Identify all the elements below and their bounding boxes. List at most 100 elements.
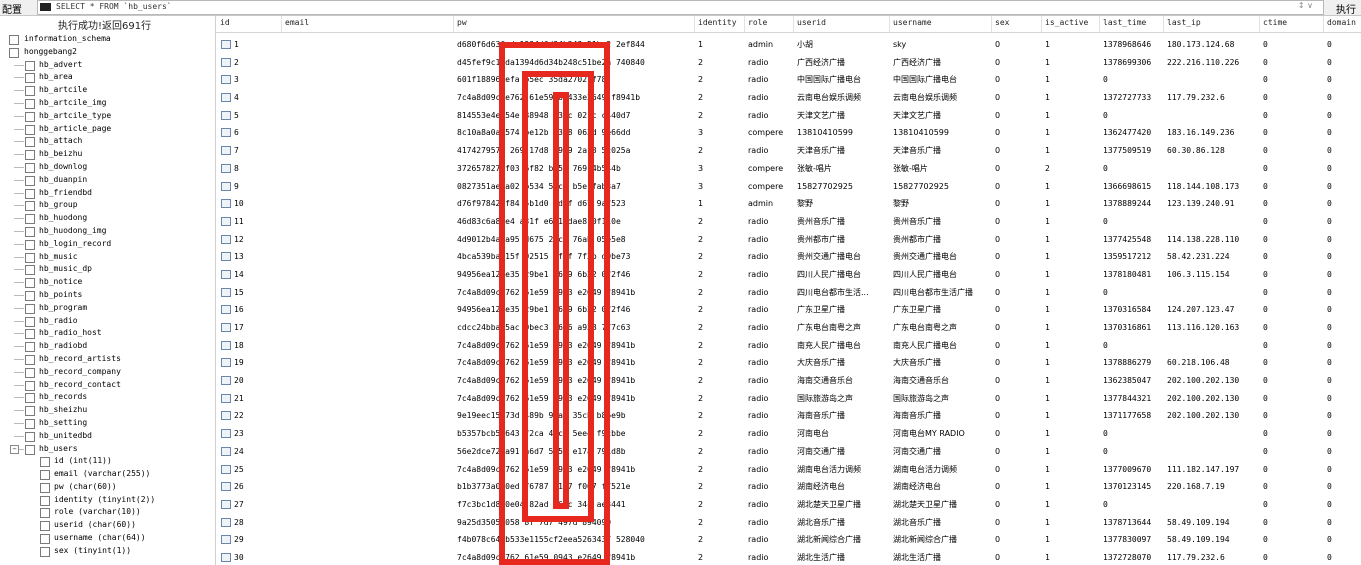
cell-identity[interactable]: 2 — [698, 248, 746, 266]
cell-is-active[interactable]: 1 — [1045, 231, 1101, 249]
cell-last-ip[interactable]: 113.116.120.163 — [1167, 319, 1261, 337]
column-separator[interactable] — [991, 16, 992, 32]
tree-table-hb_advert[interactable]: hb_advert — [0, 59, 215, 72]
cell-pw[interactable]: 7c4a8d09c 762 61e59 0943 e2649 f8941b — [457, 372, 695, 390]
cell-role[interactable]: compere — [748, 160, 796, 178]
cell-is-active[interactable]: 1 — [1045, 284, 1101, 302]
cell-last-time[interactable]: 1366698615 — [1103, 178, 1165, 196]
cell-id[interactable]: 14 — [234, 266, 294, 284]
cell-sex[interactable]: 0 — [995, 531, 1043, 549]
cell-last-time[interactable]: 0 — [1103, 496, 1165, 514]
cell-sex[interactable]: 0 — [995, 160, 1043, 178]
cell-username[interactable]: 广东卫星广播 — [893, 301, 993, 319]
cell-last-ip[interactable]: 180.173.124.68 — [1167, 36, 1261, 54]
cell-last-ip[interactable]: 117.79.232.6 — [1167, 549, 1261, 565]
cell-identity[interactable]: 2 — [698, 337, 746, 355]
cell-identity[interactable]: 2 — [698, 407, 746, 425]
cell-domain[interactable]: 0 — [1327, 71, 1361, 89]
column-header-userid[interactable]: userid — [797, 18, 826, 27]
cell-username[interactable]: 广东电台南粤之声 — [893, 319, 993, 337]
cell-userid[interactable]: 广东电台南粤之声 — [797, 319, 889, 337]
cell-id[interactable]: 8 — [234, 160, 294, 178]
sql-query-input[interactable]: SELECT * FROM `hb_users` ↕ ∨ — [37, 0, 1324, 15]
cell-role[interactable]: radio — [748, 461, 796, 479]
cell-domain[interactable]: 0 — [1327, 124, 1361, 142]
cell-id[interactable]: 13 — [234, 248, 294, 266]
tree-table-hb_artcile[interactable]: hb_artcile — [0, 84, 215, 97]
cell-is-active[interactable]: 1 — [1045, 407, 1101, 425]
cell-role[interactable]: radio — [748, 142, 796, 160]
cell-role[interactable]: compere — [748, 178, 796, 196]
cell-domain[interactable]: 0 — [1327, 178, 1361, 196]
cell-domain[interactable]: 0 — [1327, 213, 1361, 231]
cell-domain[interactable]: 0 — [1327, 425, 1361, 443]
cell-last-ip[interactable]: 58.49.109.194 — [1167, 531, 1261, 549]
tree-table-hb_records[interactable]: hb_records — [0, 391, 215, 404]
cell-sex[interactable]: 0 — [995, 178, 1043, 196]
table-row[interactable]: 23 b5357bcb5 643 f2ca 4eca 5ee4 f9cbbe 2 ra… — [216, 425, 1361, 443]
table-row[interactable]: 4 7c4a8d09c e762 61e59 09433e2649 f8941b 2… — [216, 89, 1361, 107]
cell-username[interactable]: 河南电台MY RADIO — [893, 425, 993, 443]
cell-identity[interactable]: 2 — [698, 425, 746, 443]
cell-role[interactable]: admin — [748, 195, 796, 213]
collapse-icon[interactable]: − — [10, 444, 19, 454]
cell-pw[interactable]: d680f6d636 da1394d6d34b248c51be2 2ef844 — [457, 36, 695, 54]
cell-is-active[interactable]: 1 — [1045, 337, 1101, 355]
cell-ctime[interactable]: 0 — [1263, 54, 1325, 72]
cell-pw[interactable]: 7c4a8d09c 762 61e59 0943 e2649 f8941b — [457, 549, 695, 565]
cell-role[interactable]: radio — [748, 337, 796, 355]
cell-identity[interactable]: 2 — [698, 107, 746, 125]
cell-last-ip[interactable]: 58.49.109.194 — [1167, 514, 1261, 532]
cell-last-ip[interactable]: 123.139.240.91 — [1167, 195, 1261, 213]
cell-last-time[interactable]: 1359517212 — [1103, 248, 1165, 266]
cell-id[interactable]: 9 — [234, 178, 294, 196]
cell-pw[interactable]: 7c4a8d09c 762 61e59 0943 e2649 f8941b — [457, 390, 695, 408]
cell-userid[interactable]: 13810410599 — [797, 124, 889, 142]
cell-username[interactable]: 湖南经济电台 — [893, 478, 993, 496]
table-row[interactable]: 10 d76f97842 f84 5b1d0 ad9f d67 9af523 1 ad… — [216, 195, 1361, 213]
cell-username[interactable]: 海南音乐广播 — [893, 407, 993, 425]
tree-table-hb_beizhu[interactable]: hb_beizhu — [0, 148, 215, 161]
cell-userid[interactable]: 黎野 — [797, 195, 889, 213]
cell-sex[interactable]: 0 — [995, 301, 1043, 319]
cell-ctime[interactable]: 0 — [1263, 372, 1325, 390]
cell-is-active[interactable]: 1 — [1045, 319, 1101, 337]
cell-identity[interactable]: 3 — [698, 178, 746, 196]
cell-role[interactable]: radio — [748, 443, 796, 461]
cell-last-time[interactable]: 0 — [1103, 107, 1165, 125]
cell-userid[interactable]: 四川电台都市生活... — [797, 284, 889, 302]
tree-table-hb_huodong[interactable]: hb_huodong — [0, 212, 215, 225]
cell-userid[interactable]: 南充人民广播电台 — [797, 337, 889, 355]
cell-username[interactable]: 湖北楚天卫星广播 — [893, 496, 993, 514]
cell-ctime[interactable]: 0 — [1263, 549, 1325, 565]
cell-role[interactable]: radio — [748, 319, 796, 337]
cell-last-ip[interactable]: 60.218.106.48 — [1167, 354, 1261, 372]
cell-is-active[interactable]: 1 — [1045, 142, 1101, 160]
tree-column-item[interactable]: userid (char(60)) — [0, 519, 215, 532]
cell-sex[interactable]: 0 — [995, 514, 1043, 532]
cell-identity[interactable]: 2 — [698, 461, 746, 479]
column-header-is-active[interactable]: is_active — [1045, 18, 1088, 27]
cell-domain[interactable]: 0 — [1327, 372, 1361, 390]
table-row[interactable]: 7 4174279577 269 17d8 49e9 2af3 5c025a 2 ra… — [216, 142, 1361, 160]
cell-userid[interactable]: 贵州音乐广播 — [797, 213, 889, 231]
cell-pw[interactable]: cdcc24bba 5ac 0bec3 3676 a938 777c63 — [457, 319, 695, 337]
cell-id[interactable]: 30 — [234, 549, 294, 565]
cell-userid[interactable]: 湖南电台活力调频 — [797, 461, 889, 479]
cell-identity[interactable]: 2 — [698, 514, 746, 532]
cell-is-active[interactable]: 1 — [1045, 195, 1101, 213]
cell-role[interactable]: radio — [748, 301, 796, 319]
cell-identity[interactable]: 2 — [698, 390, 746, 408]
cell-id[interactable]: 24 — [234, 443, 294, 461]
cell-last-time[interactable]: 1378699306 — [1103, 54, 1165, 72]
cell-ctime[interactable]: 0 — [1263, 390, 1325, 408]
cell-last-ip[interactable]: 202.100.202.130 — [1167, 390, 1261, 408]
cell-ctime[interactable]: 0 — [1263, 71, 1325, 89]
column-separator[interactable] — [694, 16, 695, 32]
cell-pw[interactable]: 372657827 f03 6f82 b058 769 4b544b — [457, 160, 695, 178]
cell-username[interactable]: 张敏-唱片 — [893, 160, 993, 178]
cell-id[interactable]: 4 — [234, 89, 294, 107]
cell-sex[interactable]: 0 — [995, 124, 1043, 142]
column-header-id[interactable]: id — [220, 18, 230, 27]
cell-ctime[interactable]: 0 — [1263, 301, 1325, 319]
